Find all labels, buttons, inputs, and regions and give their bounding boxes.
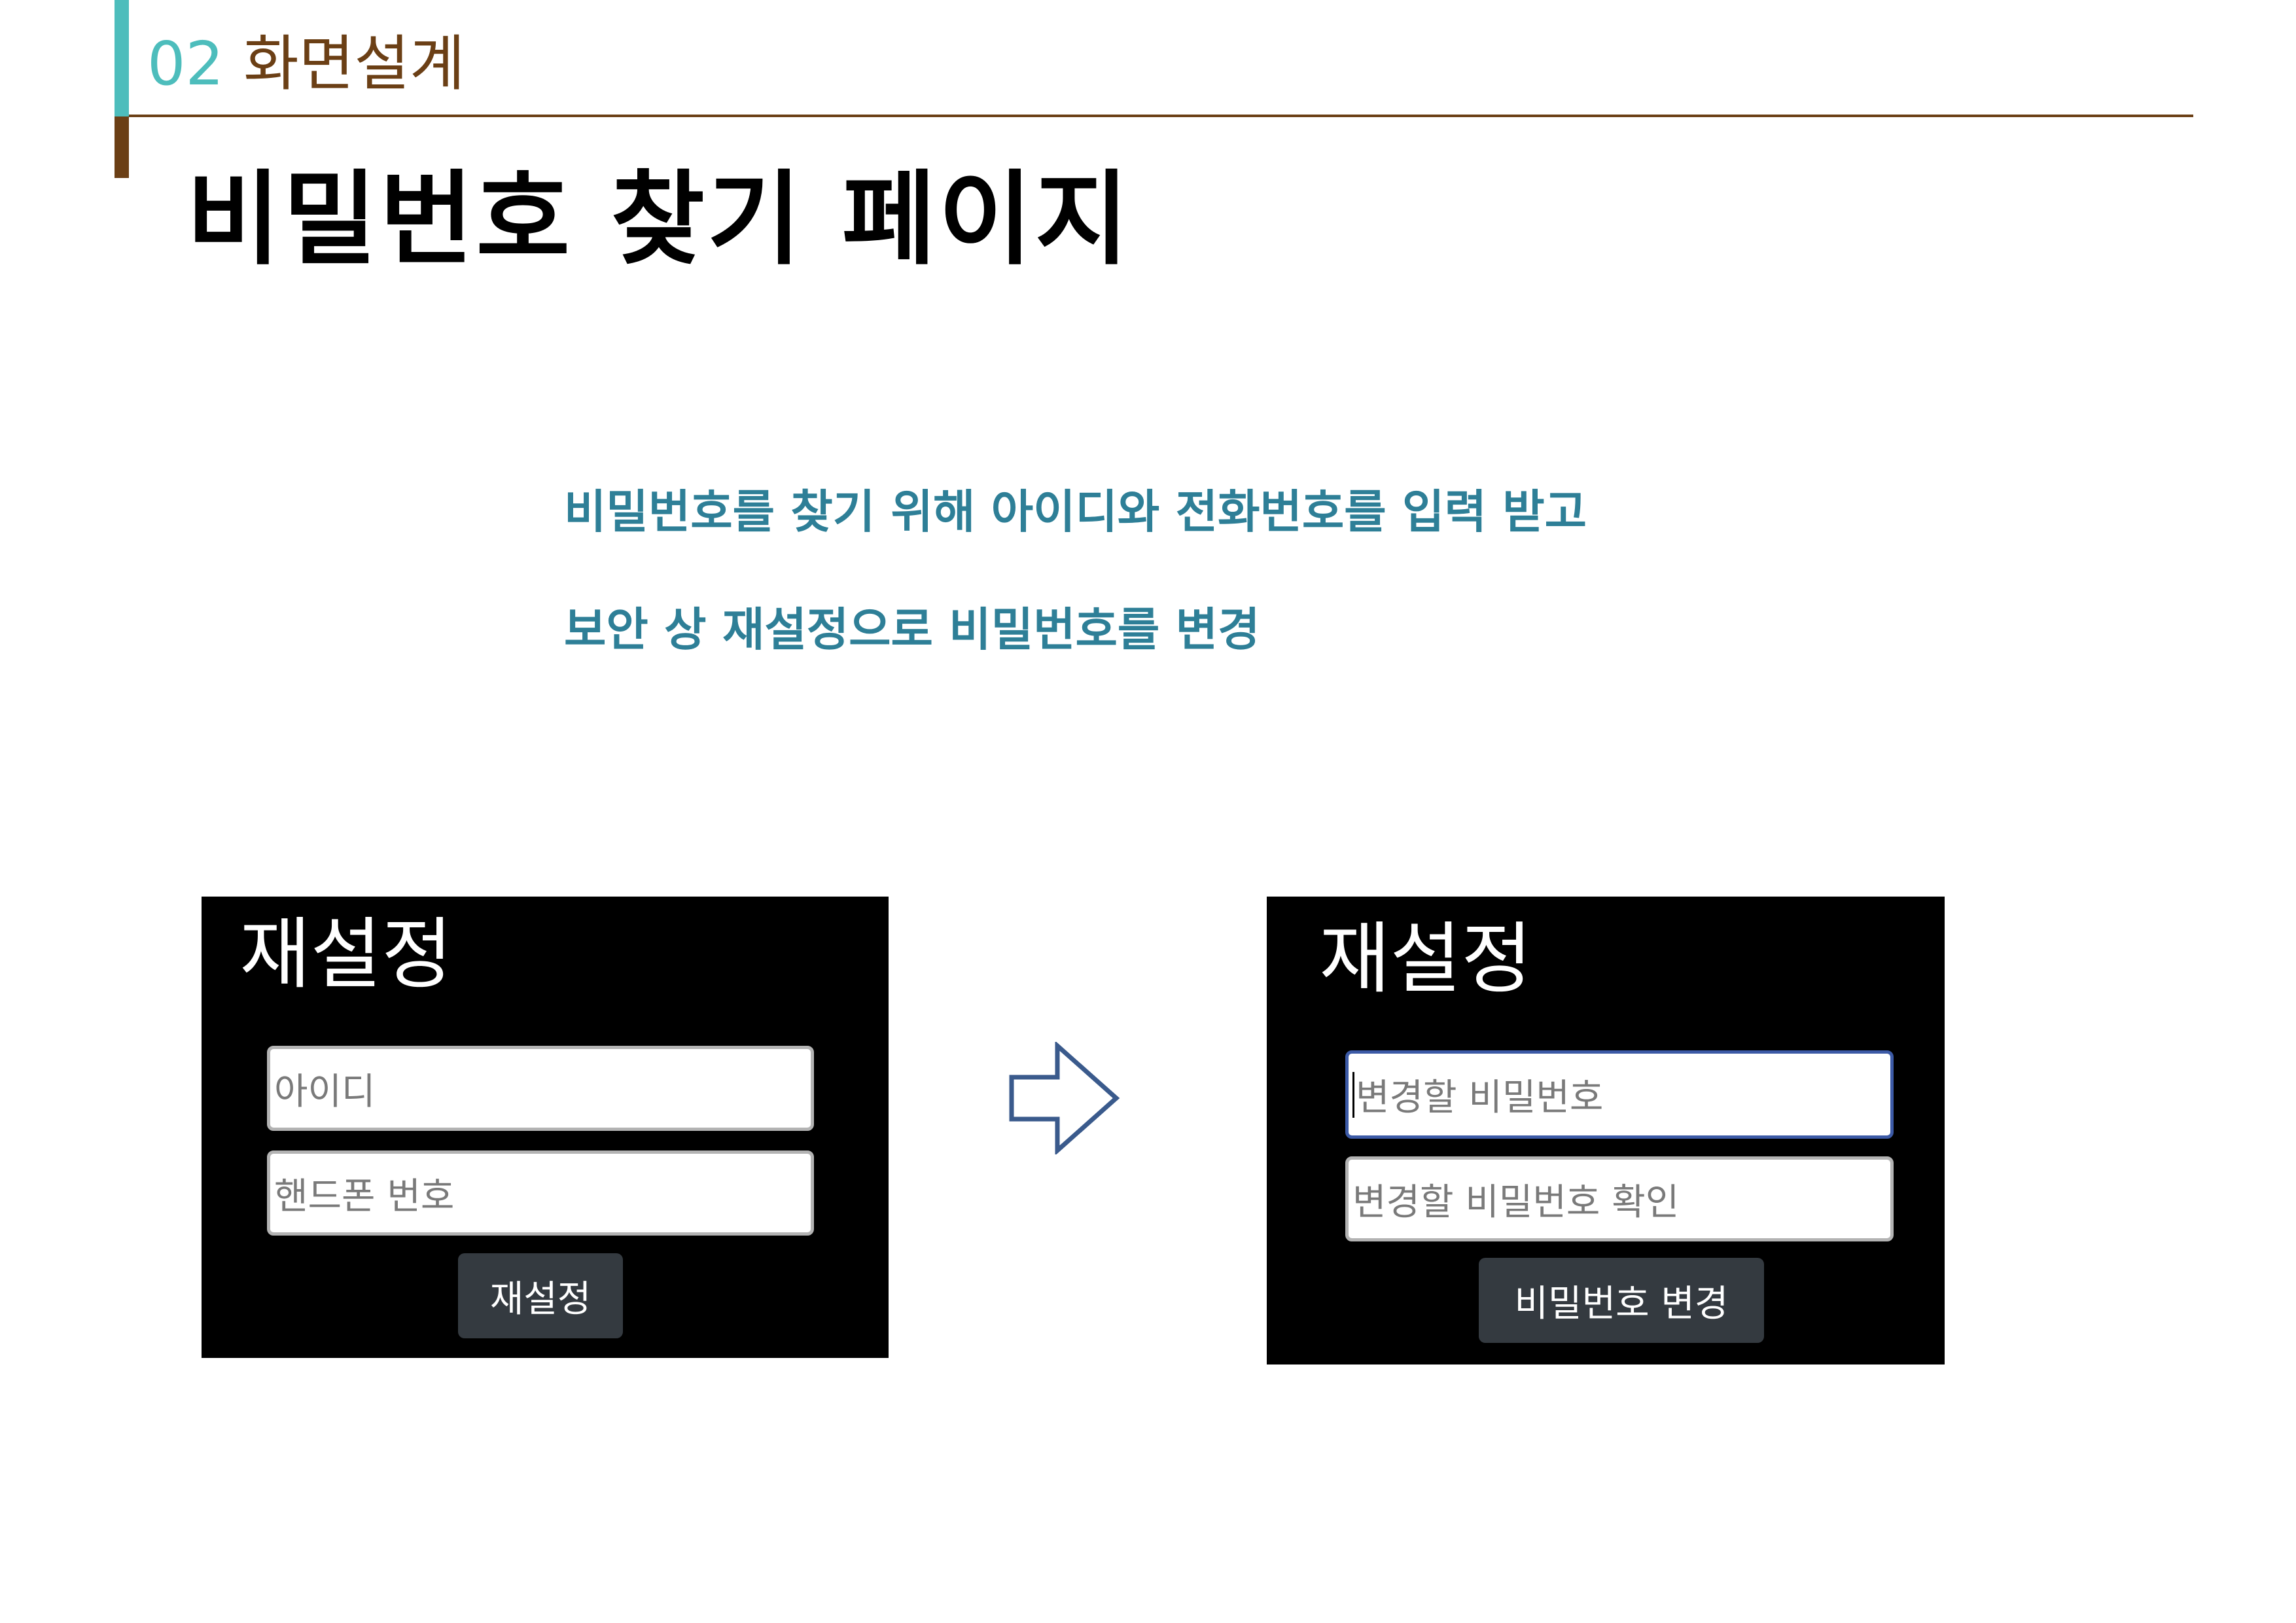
header-accent-bar-brown [115,116,129,178]
id-input-placeholder: 아이디 [274,1070,376,1113]
section-name: 화면설계 [243,29,465,99]
reset-request-form-screenshot: 재설정 아이디 핸드폰 번호 재설정 [202,897,889,1358]
form-title: 재설정 [239,909,453,999]
new-password-input[interactable]: 변경할 비밀번호 [1345,1050,1894,1139]
reset-button[interactable]: 재설정 [458,1253,623,1338]
section-label: 02 화면설계 [147,25,465,103]
right-arrow-outline-icon [1009,1042,1120,1154]
change-password-form-screenshot: 재설정 변경할 비밀번호 변경할 비밀번호 확인 비밀번호 변경 [1267,897,1945,1364]
change-password-button[interactable]: 비밀번호 변경 [1479,1258,1764,1343]
header-divider [129,115,2193,117]
phone-input[interactable]: 핸드폰 번호 [267,1150,814,1236]
confirm-password-input[interactable]: 변경할 비밀번호 확인 [1345,1156,1894,1241]
section-number: 02 [147,29,224,99]
confirm-password-placeholder: 변경할 비밀번호 확인 [1352,1181,1680,1224]
id-input[interactable]: 아이디 [267,1046,814,1131]
description-line-2: 보안 상 재설정으로 비밀번호를 변경 [564,603,1260,656]
new-password-placeholder: 변경할 비밀번호 [1356,1077,1604,1119]
text-caret [1352,1071,1354,1118]
page-title: 비밀번호 찾기 페이지 [186,160,1132,279]
description-line-1: 비밀번호를 찾기 위해 아이디와 전화번호를 입력 받고 [564,485,1587,539]
form-title: 재설정 [1319,914,1532,1004]
phone-input-placeholder: 핸드폰 번호 [274,1175,455,1218]
header-accent-bar-teal [115,0,129,116]
